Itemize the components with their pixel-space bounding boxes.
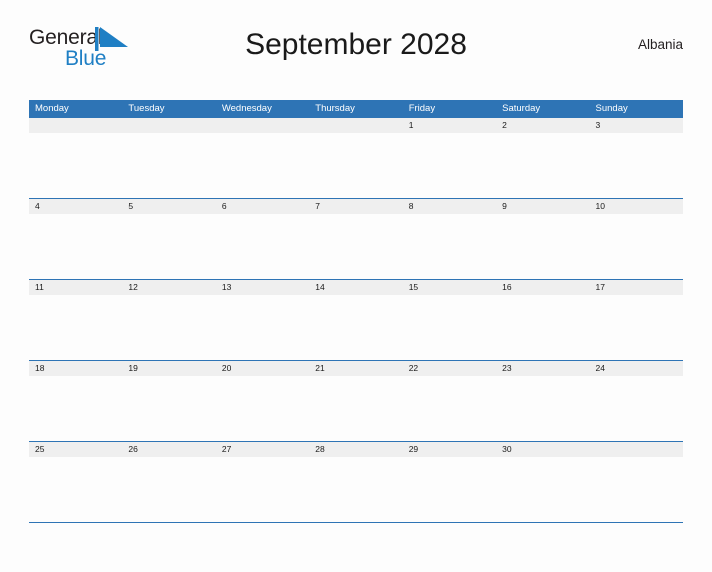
day-cell[interactable] (29, 214, 122, 279)
week-row: 11 12 13 14 15 16 17 (29, 280, 683, 361)
day-number: 3 (595, 120, 601, 130)
day-cell[interactable] (590, 214, 683, 279)
day-number: 30 (502, 444, 512, 454)
day-number: 15 (408, 282, 419, 292)
week-note-band (29, 457, 683, 522)
day-cell[interactable] (29, 376, 122, 441)
week-note-band (29, 295, 683, 360)
day-number: 19 (128, 363, 138, 373)
day-cell[interactable] (309, 457, 402, 522)
day-number: 7 (315, 201, 320, 211)
day-number: 20 (221, 363, 232, 373)
day-cell[interactable] (122, 295, 215, 360)
day-cell[interactable] (29, 295, 122, 360)
day-cell[interactable] (122, 376, 215, 441)
day-number: 23 (502, 363, 512, 373)
day-cell[interactable] (29, 457, 122, 522)
day-number: 4 (35, 201, 40, 211)
day-cell[interactable] (590, 295, 683, 360)
day-number (29, 118, 122, 133)
weekday-header-row: Monday Tuesday Wednesday Thursday Friday… (29, 100, 683, 118)
week-row: 1 2 3 (29, 118, 683, 199)
day-number (309, 118, 402, 133)
day-number: 24 (595, 363, 605, 373)
day-cell[interactable] (496, 376, 589, 441)
week-note-band (29, 376, 683, 441)
day-cell[interactable] (309, 133, 402, 198)
week-row: 4 5 6 7 8 9 10 (29, 199, 683, 280)
page-title: September 2028 (245, 28, 467, 61)
day-number: 28 (315, 444, 325, 454)
day-number: 13 (221, 282, 232, 292)
day-number: 2 (502, 120, 507, 130)
day-cell[interactable] (216, 133, 309, 198)
day-number: 16 (502, 282, 512, 292)
week-row: 25 26 27 28 29 30 (29, 442, 683, 523)
week-note-band (29, 133, 683, 198)
day-cell[interactable] (216, 457, 309, 522)
day-cell[interactable] (216, 295, 309, 360)
day-cell[interactable] (122, 214, 215, 279)
day-number: 21 (315, 363, 325, 373)
week-row: 18 19 20 21 22 23 24 (29, 361, 683, 442)
day-number: 18 (35, 363, 45, 373)
day-cell[interactable] (216, 376, 309, 441)
day-cell[interactable] (309, 376, 402, 441)
day-cell[interactable] (122, 457, 215, 522)
day-number: 11 (35, 282, 44, 292)
day-cell[interactable] (403, 214, 496, 279)
day-number (122, 118, 215, 133)
day-cell[interactable] (403, 295, 496, 360)
calendar-page: General Blue September 2028 Albania Mond… (0, 22, 712, 572)
day-cell[interactable] (496, 457, 589, 522)
week-date-band: 25 26 27 28 29 30 (29, 442, 683, 457)
day-cell[interactable] (309, 214, 402, 279)
day-number: 8 (408, 201, 414, 211)
day-number: 25 (35, 444, 45, 454)
day-number: 29 (408, 444, 419, 454)
week-date-band: 1 2 3 (29, 118, 683, 133)
day-cell[interactable] (216, 214, 309, 279)
day-cell[interactable] (496, 214, 589, 279)
week-date-band: 4 5 6 7 8 9 10 (29, 199, 683, 214)
day-cell[interactable] (29, 133, 122, 198)
calendar-table: Monday Tuesday Wednesday Thursday Friday… (29, 100, 683, 523)
day-cell[interactable] (496, 133, 589, 198)
day-cell[interactable] (403, 457, 496, 522)
day-number: 22 (408, 363, 419, 373)
weekday-header-monday: Monday (35, 103, 69, 114)
country-label: Albania (637, 37, 683, 52)
weekday-header-tuesday: Tuesday (128, 103, 165, 114)
day-number: 26 (128, 444, 138, 454)
day-cell[interactable] (590, 457, 683, 522)
week-note-band (29, 214, 683, 279)
weekday-header-sunday: Sunday (595, 103, 628, 114)
day-cell[interactable] (122, 133, 215, 198)
weekday-header-wednesday: Wednesday (221, 103, 272, 114)
day-number: 5 (128, 201, 134, 211)
day-number: 6 (221, 201, 227, 211)
day-cell[interactable] (590, 133, 683, 198)
day-number: 27 (221, 444, 232, 454)
day-cell[interactable] (309, 295, 402, 360)
week-date-band: 11 12 13 14 15 16 17 (29, 280, 683, 295)
day-number: 12 (128, 282, 138, 292)
day-cell[interactable] (590, 376, 683, 441)
day-number: 1 (408, 120, 414, 130)
day-number: 14 (315, 282, 325, 292)
day-number: 9 (502, 201, 507, 211)
day-number: 17 (595, 282, 605, 292)
weekday-header-thursday: Thursday (315, 103, 355, 114)
day-cell[interactable] (403, 376, 496, 441)
day-number (216, 118, 309, 133)
weekday-header-saturday: Saturday (502, 103, 541, 114)
weekday-header-friday: Friday (408, 103, 436, 114)
day-number: 10 (595, 201, 605, 211)
day-cell[interactable] (496, 295, 589, 360)
day-cell[interactable] (403, 133, 496, 198)
day-number (590, 442, 683, 457)
page-header: General Blue September 2028 Albania (29, 22, 683, 74)
week-date-band: 18 19 20 21 22 23 24 (29, 361, 683, 376)
